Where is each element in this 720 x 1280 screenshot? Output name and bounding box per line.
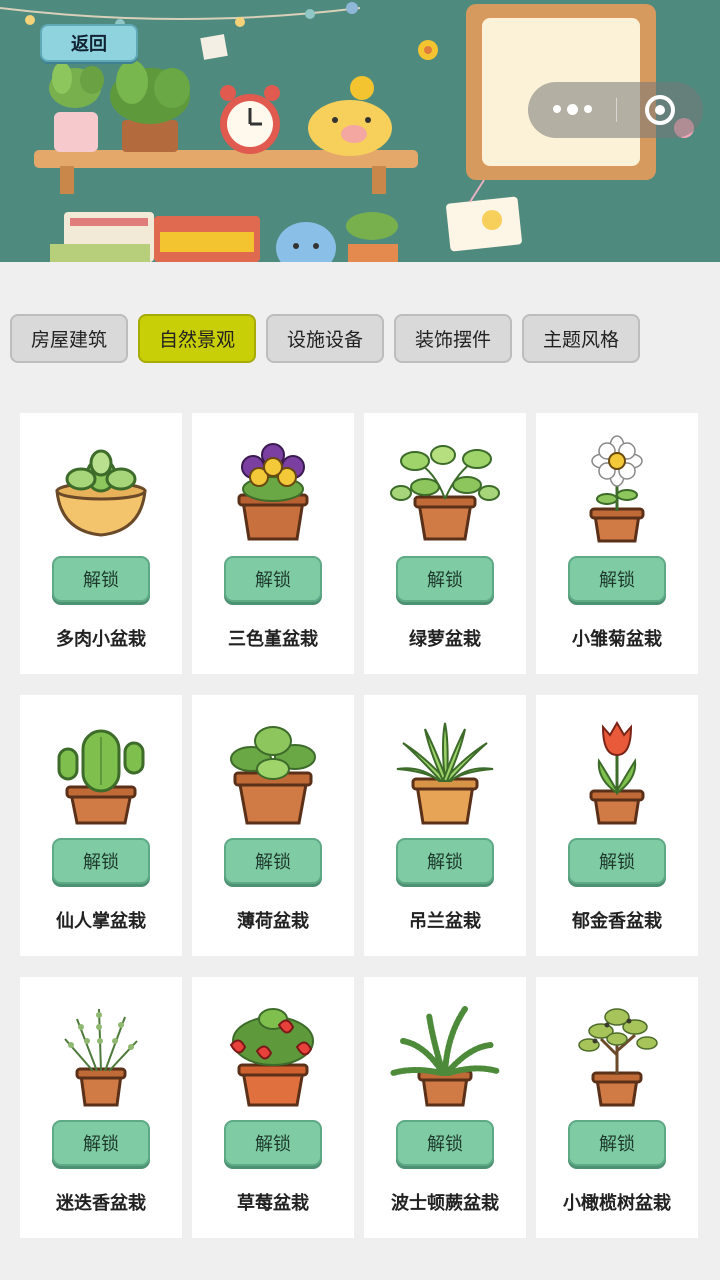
pothos-icon [390,445,500,541]
tab-facilities[interactable]: 设施设备 [266,314,384,363]
unlock-button[interactable]: 解锁 [568,556,666,602]
unlock-button[interactable]: 解锁 [568,1120,666,1166]
item-name: 波士顿蕨盆栽 [391,1193,499,1214]
item-name: 多肉小盆栽 [56,629,146,650]
header-banner: 返回 [0,0,720,262]
item-card[interactable]: 解锁 绿萝盆栽 [364,413,526,674]
tab-building[interactable]: 房屋建筑 [10,314,128,363]
item-card[interactable]: 解锁 小雏菊盆栽 [536,413,698,674]
item-card[interactable]: 解锁 薄荷盆栽 [192,695,354,956]
unlock-button[interactable]: 解锁 [396,556,494,602]
tulip-icon [589,721,645,825]
unlock-button[interactable]: 解锁 [396,1120,494,1166]
unlock-button[interactable]: 解锁 [224,1120,322,1166]
unlock-button[interactable]: 解锁 [52,1120,150,1166]
item-card[interactable]: 解锁 迷迭香盆栽 [20,977,182,1238]
succulent-icon [55,449,147,537]
unlock-button[interactable]: 解锁 [224,838,322,884]
item-card[interactable]: 解锁 多肉小盆栽 [20,413,182,674]
item-name: 郁金香盆栽 [572,911,662,932]
strawberry-icon [229,1008,314,1107]
mint-icon [230,726,316,825]
category-tabs: 房屋建筑 自然景观 设施设备 装饰摆件 主题风格 [0,262,720,412]
item-name: 草莓盆栽 [237,1193,309,1214]
pansy-icon [237,443,309,541]
rosemary-icon [64,1008,138,1107]
unlock-button[interactable]: 解锁 [52,838,150,884]
mini-program-capsule [528,82,703,138]
more-menu-icon[interactable] [528,103,616,115]
close-target-icon[interactable] [617,95,703,125]
item-card[interactable]: 解锁 草莓盆栽 [192,977,354,1238]
cactus-icon [57,729,145,825]
item-card[interactable]: 解锁 波士顿蕨盆栽 [364,977,526,1238]
item-card[interactable]: 解锁 三色堇盆栽 [192,413,354,674]
unlock-button[interactable]: 解锁 [224,556,322,602]
unlock-button[interactable]: 解锁 [568,838,666,884]
item-card[interactable]: 解锁 吊兰盆栽 [364,695,526,956]
item-name: 仙人掌盆栽 [56,911,146,932]
unlock-button[interactable]: 解锁 [396,838,494,884]
olive-tree-icon [578,1008,658,1107]
tab-nature[interactable]: 自然景观 [138,314,256,363]
back-button[interactable]: 返回 [40,24,138,62]
item-card[interactable]: 解锁 郁金香盆栽 [536,695,698,956]
spider-plant-icon [396,722,494,825]
item-card[interactable]: 解锁 小橄榄树盆栽 [536,977,698,1238]
daisy-icon [589,435,645,543]
item-name: 绿萝盆栽 [409,629,481,650]
unlock-button[interactable]: 解锁 [52,556,150,602]
tab-themes[interactable]: 主题风格 [522,314,640,363]
fern-icon [390,1006,500,1107]
tab-decorations[interactable]: 装饰摆件 [394,314,512,363]
item-name: 吊兰盆栽 [409,911,481,932]
item-name: 迷迭香盆栽 [56,1193,146,1214]
item-name: 小雏菊盆栽 [572,629,662,650]
item-card[interactable]: 解锁 仙人掌盆栽 [20,695,182,956]
item-name: 薄荷盆栽 [237,911,309,932]
item-name: 三色堇盆栽 [228,629,318,650]
item-name: 小橄榄树盆栽 [563,1193,671,1214]
